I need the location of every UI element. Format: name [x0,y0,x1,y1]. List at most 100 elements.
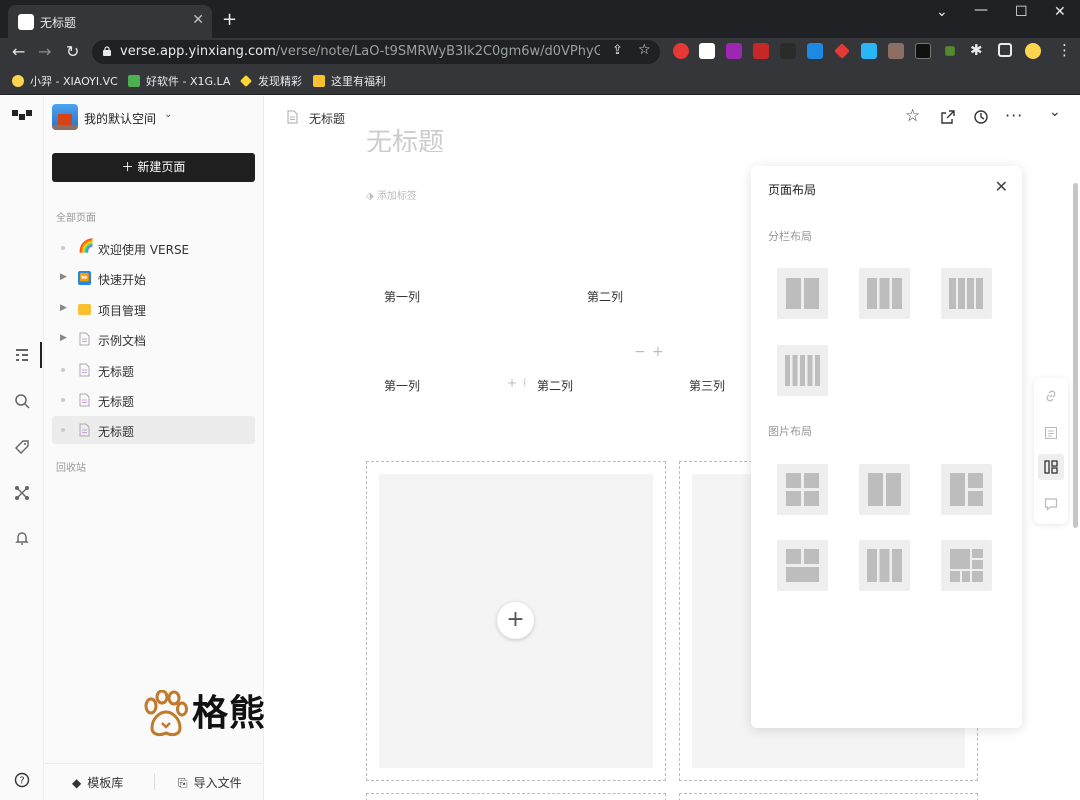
bookmark-item[interactable]: 这里有福利 [313,73,386,89]
browser-tab[interactable]: 无标题 ✕ [8,5,212,38]
reload-icon[interactable]: ↻ [66,42,79,61]
page-tree-item[interactable]: ▶ ⏩ 快速开始 [52,264,255,292]
extension-heart-icon[interactable] [753,43,769,59]
document-icon [287,110,298,124]
address-bar[interactable]: verse.app.yinxiang.com/verse/note/LaO-t9… [92,40,660,64]
image-grid-four-layout-option[interactable] [777,464,828,515]
extension-layers-icon[interactable] [807,43,823,59]
close-icon[interactable]: ✕ [995,177,1008,196]
page-tree-item[interactable]: 无标题 [52,386,255,414]
workspace-avatar [52,104,78,130]
four-column-layout-option[interactable] [941,268,992,319]
image-two-plus-one-layout-option[interactable] [777,540,828,591]
column-header[interactable]: 第三列 [689,377,725,394]
forward-arrow-icon[interactable]: → [38,42,51,61]
add-tag-button[interactable]: ⬗ 添加标签 [366,187,417,202]
image-mosaic-layout-option[interactable] [941,540,992,591]
two-column-layout-option[interactable] [777,268,828,319]
extension-red-icon[interactable] [673,43,689,59]
new-page-button[interactable]: ＋ 新建页面 [52,153,255,182]
maximize-button[interactable]: ☐ [1015,4,1028,20]
add-column-icon[interactable]: + [652,344,664,360]
page-tree-item[interactable]: 无标题 [52,356,255,384]
extension-puzzle-icon[interactable] [726,43,742,59]
bullet-dot [61,368,65,372]
bookmark-item[interactable]: 好软件 - X1G.LA [128,73,230,89]
more-options-icon[interactable]: ··· [1005,106,1023,125]
tag-icon[interactable] [14,439,30,455]
scrollbar-thumb[interactable] [1073,183,1078,528]
bullet-dot [61,398,65,402]
extensions-puzzle-icon[interactable]: ✱ [970,41,983,59]
extension-markdown-icon[interactable] [915,43,931,59]
image-placeholder[interactable] [679,793,978,800]
import-file-button[interactable]: ⎘ 导入文件 [178,774,242,791]
page-tree-item[interactable]: ▶ 示例文档 [52,325,255,353]
sidepanel-icon[interactable] [998,43,1012,57]
drag-handle-icon[interactable]: ⁞ [523,376,527,389]
add-block-icon[interactable]: + [507,376,517,390]
remove-column-icon[interactable]: − [634,344,646,360]
watermark-logo: 格熊 [140,688,280,740]
page-layout-panel: 页面布局 ✕ 分栏布局 图片布局 [751,166,1022,728]
expand-arrow-icon[interactable]: ▶ [60,303,67,313]
help-icon[interactable]: ? [14,772,30,788]
open-external-icon[interactable] [940,109,956,125]
bullet-dot [61,246,65,250]
extension-blue-icon[interactable] [861,43,877,59]
column-header[interactable]: 第二列 [587,288,623,305]
extension-card-icon[interactable] [888,43,904,59]
search-icon[interactable] [14,393,30,409]
document-icon [79,363,90,377]
link-icon[interactable] [1044,389,1058,403]
tab-close-icon[interactable]: ✕ [192,12,204,28]
page-layout-tool-active[interactable] [1038,454,1064,480]
image-placeholder[interactable] [366,793,666,800]
column-header[interactable]: 第一列 [384,288,420,305]
share-icon[interactable]: ⇪ [612,43,623,58]
workspace-switcher[interactable]: 我的默认空间 ⌄ [52,104,252,130]
close-window-button[interactable]: ✕ [1054,4,1066,20]
section-label-all-pages: 全部页面 [56,213,96,224]
image-two-column-layout-option[interactable] [859,464,910,515]
back-arrow-icon[interactable]: ← [12,42,25,61]
page-title[interactable]: 无标题 [366,124,444,152]
image-three-column-layout-option[interactable] [859,540,910,591]
avatar-favicon-icon [12,75,24,87]
bookmark-item[interactable]: 发现精彩 [240,73,302,89]
bookmark-item[interactable]: 小羿 - XIAOYI.VC [12,73,118,89]
breadcrumb-title[interactable]: 无标题 [309,110,345,127]
favorite-star-icon[interactable]: ☆ [905,106,920,126]
three-column-layout-option[interactable] [859,268,910,319]
bell-icon[interactable] [14,530,30,546]
outline-icon[interactable] [1044,426,1058,440]
extension-pencil-icon[interactable] [945,46,955,56]
history-clock-icon[interactable] [973,109,989,125]
minimize-button[interactable]: — [974,2,988,18]
active-indicator [40,342,42,368]
trash-link[interactable]: 回收站 [56,459,86,474]
add-image-button[interactable]: + [497,602,534,639]
tab-search-icon[interactable]: ⌄ [936,4,948,20]
templates-button[interactable]: ◆ 模板库 [72,774,123,791]
column-header[interactable]: 第二列 [537,377,573,394]
extension-moon-icon[interactable] [780,43,796,59]
expand-arrow-icon[interactable]: ▶ [60,333,67,343]
page-tree-icon[interactable] [14,348,30,362]
page-tree-item-active[interactable]: 无标题 [52,416,255,444]
image-one-plus-two-layout-option[interactable] [941,464,992,515]
profile-avatar[interactable] [1025,43,1041,59]
expand-arrow-icon[interactable]: ▶ [60,272,67,282]
page-tree-item[interactable]: ▶ 项目管理 [52,295,255,323]
browser-menu-icon[interactable]: ⋮ [1057,41,1072,59]
comment-icon[interactable] [1044,497,1058,511]
five-column-layout-option[interactable] [777,345,828,396]
new-tab-button[interactable]: + [222,9,237,30]
bookmark-star-icon[interactable]: ☆ [638,42,651,58]
extension-owl-icon[interactable] [699,43,715,59]
collapse-chevron-icon[interactable]: ⌄ [1049,104,1061,120]
graph-icon[interactable] [14,485,30,501]
column-header[interactable]: 第一列 [384,377,420,394]
page-tree-item[interactable]: 🌈 欢迎使用 VERSE [52,234,255,262]
layout-icon [1044,460,1058,474]
